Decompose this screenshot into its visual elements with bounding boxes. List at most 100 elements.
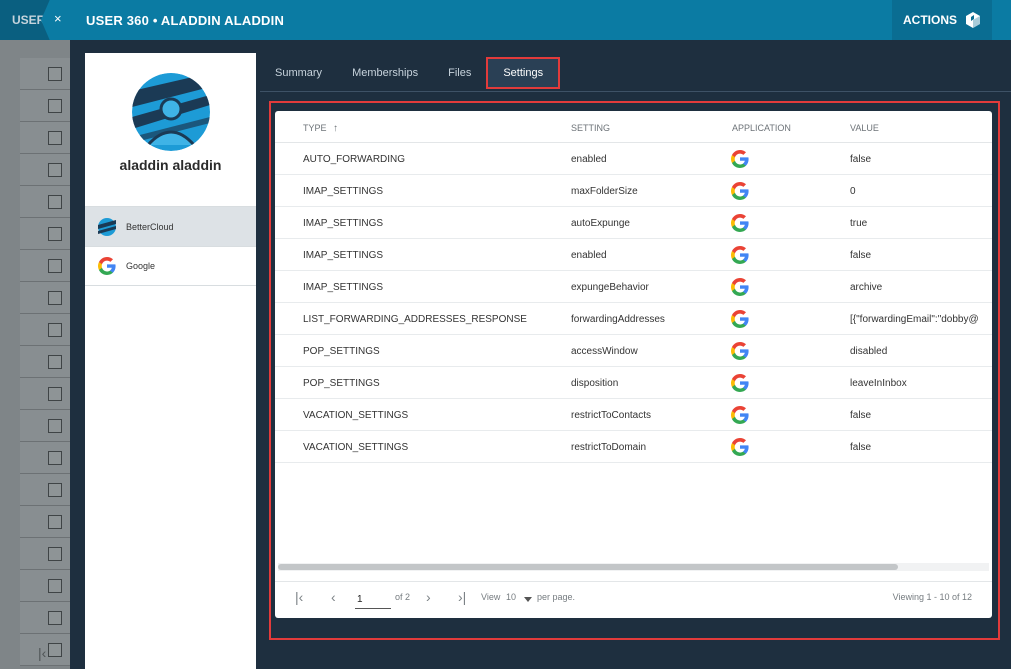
background-title: USER	[12, 13, 46, 27]
column-header-value[interactable]: VALUE	[850, 123, 879, 133]
checkbox[interactable]	[48, 515, 62, 529]
table-row[interactable]: IMAP_SETTINGS autoExpunge true	[275, 207, 992, 239]
cell-value: true	[850, 218, 868, 229]
per-page-label: per page.	[537, 592, 576, 602]
google-icon	[731, 214, 749, 232]
background-row	[20, 218, 70, 250]
table-row[interactable]: AUTO_FORWARDING enabled false	[275, 143, 992, 175]
page-number-input[interactable]	[355, 591, 391, 609]
background-row	[20, 186, 70, 218]
table-row[interactable]: IMAP_SETTINGS maxFolderSize 0	[275, 175, 992, 207]
column-header-type[interactable]: TYPE ↑	[303, 123, 338, 134]
checkbox[interactable]	[48, 291, 62, 305]
checkbox[interactable]	[48, 451, 62, 465]
cell-type: VACATION_SETTINGS	[303, 410, 409, 421]
checkbox[interactable]	[48, 547, 62, 561]
profile-card: aladdin aladdin BetterCloud Google	[85, 53, 256, 669]
cell-value: false	[850, 250, 872, 261]
background-row	[20, 538, 70, 570]
table-row[interactable]: IMAP_SETTINGS expungeBehavior archive	[275, 271, 992, 303]
scrollbar-thumb[interactable]	[278, 564, 898, 570]
user360-panel: × USER 360 • ALADDIN ALADDIN ACTIONS ala…	[41, 0, 1011, 669]
background-row	[20, 442, 70, 474]
checkbox[interactable]	[48, 611, 62, 625]
cell-setting: forwardingAddresses	[571, 314, 665, 325]
checkbox[interactable]	[48, 163, 62, 177]
panel-header: × USER 360 • ALADDIN ALADDIN ACTIONS	[41, 0, 1011, 40]
table-row[interactable]: POP_SETTINGS accessWindow disabled	[275, 335, 992, 367]
cell-type: IMAP_SETTINGS	[303, 282, 384, 293]
actions-button[interactable]: ACTIONS	[892, 0, 992, 40]
background-row	[20, 90, 70, 122]
cell-type: LIST_FORWARDING_ADDRESSES_RESPONSE	[303, 314, 527, 325]
table-row[interactable]: IMAP_SETTINGS enabled false	[275, 239, 992, 271]
checkbox[interactable]	[48, 387, 62, 401]
checkbox[interactable]	[48, 643, 62, 657]
per-page-select[interactable]: 10	[506, 592, 516, 602]
background-list	[20, 58, 70, 666]
cell-value: false	[850, 410, 872, 421]
checkbox[interactable]	[48, 355, 62, 369]
first-page-button[interactable]: |‹	[295, 589, 303, 605]
checkbox[interactable]	[48, 259, 62, 273]
next-page-button[interactable]: ›	[426, 589, 431, 605]
cell-setting: expungeBehavior	[571, 282, 649, 293]
table-row[interactable]: VACATION_SETTINGS restrictToContacts false	[275, 399, 992, 431]
cell-setting: restrictToContacts	[571, 410, 652, 421]
google-icon	[731, 182, 749, 200]
avatar-image	[132, 73, 210, 151]
panel-title: USER 360 • ALADDIN ALADDIN	[86, 13, 285, 28]
cell-value: disabled	[850, 346, 888, 357]
cell-value: leaveInInbox	[850, 378, 907, 389]
checkbox[interactable]	[48, 99, 62, 113]
settings-table: TYPE ↑ SETTING APPLICATION VALUE AUTO_FO…	[275, 111, 992, 618]
cell-value: [{"forwardingEmail":"dobby@	[850, 314, 979, 325]
close-icon[interactable]: ×	[54, 11, 62, 26]
background-row	[20, 410, 70, 442]
column-header-application[interactable]: APPLICATION	[732, 123, 791, 133]
checkbox[interactable]	[48, 323, 62, 337]
checkbox[interactable]	[48, 131, 62, 145]
checkbox[interactable]	[48, 419, 62, 433]
tab-summary[interactable]: Summary	[260, 57, 337, 89]
table-row[interactable]: POP_SETTINGS disposition leaveInInbox	[275, 367, 992, 399]
google-icon	[731, 438, 749, 456]
last-page-button[interactable]: ›|	[458, 589, 466, 605]
table-row[interactable]: LIST_FORWARDING_ADDRESSES_RESPONSE forwar…	[275, 303, 992, 335]
previous-page-button[interactable]: ‹	[331, 589, 336, 605]
cell-type: IMAP_SETTINGS	[303, 218, 384, 229]
background-row	[20, 474, 70, 506]
viewing-range-label: Viewing 1 - 10 of 12	[892, 592, 972, 602]
view-label: View	[481, 592, 501, 602]
checkbox[interactable]	[48, 195, 62, 209]
background-row	[20, 250, 70, 282]
horizontal-scrollbar[interactable]	[278, 563, 989, 571]
google-icon	[731, 374, 749, 392]
checkbox[interactable]	[48, 67, 62, 81]
background-row	[20, 506, 70, 538]
tab-files[interactable]: Files	[433, 57, 486, 89]
table-row[interactable]: VACATION_SETTINGS restrictToDomain false	[275, 431, 992, 463]
first-page-icon: |‹	[38, 645, 47, 661]
google-icon	[731, 278, 749, 296]
background-row	[20, 154, 70, 186]
google-icon	[731, 406, 749, 424]
cell-type: IMAP_SETTINGS	[303, 250, 384, 261]
checkbox[interactable]	[48, 483, 62, 497]
cell-setting: enabled	[571, 250, 607, 261]
tab-settings[interactable]: Settings	[486, 57, 561, 89]
tab-memberships[interactable]: Memberships	[337, 57, 433, 89]
cell-setting: autoExpunge	[571, 218, 630, 229]
background-row	[20, 122, 70, 154]
column-header-setting[interactable]: SETTING	[571, 123, 610, 133]
google-icon	[731, 246, 749, 264]
checkbox[interactable]	[48, 227, 62, 241]
chevron-down-icon[interactable]	[524, 597, 532, 602]
cell-value: false	[850, 154, 872, 165]
source-item-google[interactable]: Google	[85, 246, 256, 286]
checkbox[interactable]	[48, 579, 62, 593]
cell-setting: disposition	[571, 378, 619, 389]
table-header: TYPE ↑ SETTING APPLICATION VALUE	[275, 111, 992, 143]
cell-value: 0	[850, 186, 856, 197]
source-item-bettercloud[interactable]: BetterCloud	[85, 206, 256, 246]
